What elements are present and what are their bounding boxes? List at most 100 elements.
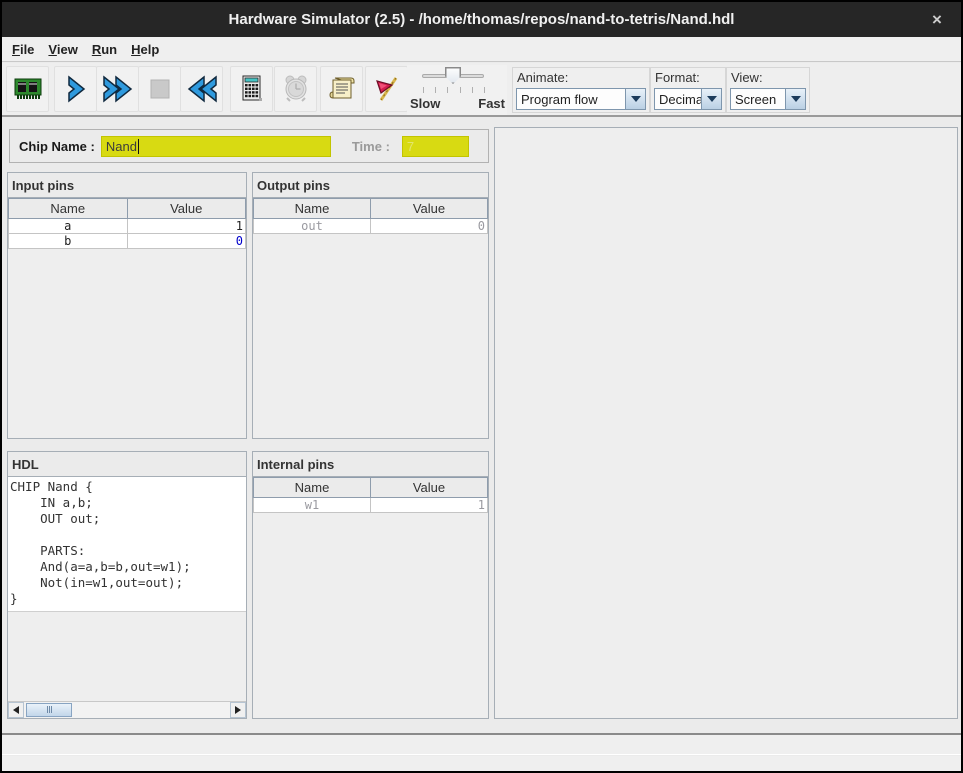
internal-pins-header-value: Value [371, 478, 488, 498]
hdl-code-line: CHIP Nand { [10, 479, 246, 495]
table-row: b 0 [9, 234, 246, 249]
view-group: View: Screen [726, 67, 810, 113]
input-pins-title: Input pins [8, 173, 246, 198]
animate-dropdown-arrow-icon[interactable] [625, 88, 646, 110]
menu-view[interactable]: View [46, 39, 85, 60]
pin-name: out [254, 219, 371, 234]
pin-name: b [9, 234, 128, 249]
hdl-code-line: } [10, 591, 246, 607]
output-pins-title: Output pins [253, 173, 488, 198]
menu-bar: File View Run Help [2, 37, 961, 62]
single-step-button[interactable] [54, 66, 97, 112]
scroll-right-arrow-icon[interactable] [230, 702, 246, 718]
menu-file[interactable]: File [10, 39, 42, 60]
input-pins-table: Name Value a 1 b 0 [8, 198, 246, 249]
pin-value[interactable]: 1 [127, 219, 246, 234]
single-chevron-right-icon [63, 74, 89, 104]
table-row: a 1 [9, 219, 246, 234]
output-pins-panel: Output pins Name Value out 0 [252, 172, 489, 439]
output-pins-header-name: Name [254, 199, 371, 219]
internal-pins-title: Internal pins [253, 452, 488, 477]
hdl-code-line: PARTS: [10, 543, 246, 559]
stop-button[interactable] [138, 66, 181, 112]
chip-name-label: Chip Name : [19, 139, 95, 154]
chip-display-panel [494, 127, 958, 719]
speed-slider-thumb[interactable] [445, 67, 461, 84]
double-chevron-left-icon [184, 74, 220, 104]
speed-slider-ticks [423, 87, 485, 93]
table-row: out 0 [254, 219, 488, 234]
toolbar: Slow Fast Animate: Program flow Format: … [2, 63, 961, 117]
scrollbar-thumb[interactable] [26, 703, 72, 717]
hardware-simulator-window: Hardware Simulator (2.5) - /home/thomas/… [0, 0, 963, 773]
menu-help[interactable]: Help [129, 39, 167, 60]
speed-slider-group: Slow Fast [407, 65, 507, 115]
hdl-code-line: Not(in=w1,out=out); [10, 575, 246, 591]
view-label: View: [731, 70, 806, 85]
view-value[interactable]: Screen [730, 88, 785, 110]
text-caret [138, 139, 139, 154]
close-icon[interactable]: × [925, 8, 949, 32]
window-title: Hardware Simulator (2.5) - /home/thomas/… [229, 11, 735, 28]
format-combobox[interactable]: Decimal [654, 88, 722, 110]
input-pins-header-name: Name [9, 199, 128, 219]
run-button[interactable] [96, 66, 139, 112]
animate-group: Animate: Program flow [512, 67, 650, 113]
animate-value[interactable]: Program flow [516, 88, 625, 110]
view-dropdown-arrow-icon[interactable] [785, 88, 806, 110]
scroll-left-arrow-icon[interactable] [8, 702, 24, 718]
calculator-icon [238, 74, 266, 104]
input-pins-header-value: Value [127, 199, 246, 219]
output-pins-table: Name Value out 0 [253, 198, 488, 234]
pin-value[interactable]: 0 [127, 234, 246, 249]
internal-pins-panel: Internal pins Name Value w1 1 [252, 451, 489, 719]
stop-square-icon [147, 76, 173, 102]
hdl-code-view: CHIP Nand { IN a,b; OUT out; PARTS: And(… [8, 477, 246, 612]
chip-name-bar: Chip Name : Nand Time : 7 [9, 129, 489, 163]
hdl-panel: HDL CHIP Nand { IN a,b; OUT out; PARTS: … [7, 451, 247, 719]
eval-button[interactable] [230, 66, 273, 112]
chip-name-input[interactable]: Nand [101, 136, 331, 157]
format-value[interactable]: Decimal [654, 88, 701, 110]
double-chevron-right-icon [100, 74, 136, 104]
hdl-code-line: And(a=a,b=b,out=w1); [10, 559, 246, 575]
hdl-code-line: OUT out; [10, 511, 246, 527]
animate-label: Animate: [517, 70, 646, 85]
view-combobox[interactable]: Screen [730, 88, 806, 110]
hdl-horizontal-scrollbar [8, 701, 246, 718]
status-bar [2, 735, 961, 755]
format-label: Format: [655, 70, 722, 85]
hdl-code-line [10, 527, 246, 543]
pin-value: 1 [371, 498, 488, 513]
breakpoints-button[interactable] [365, 66, 408, 112]
load-chip-button[interactable] [6, 66, 49, 112]
animate-combobox[interactable]: Program flow [516, 88, 646, 110]
input-pins-panel: Input pins Name Value a 1 b 0 [7, 172, 247, 439]
hdl-title: HDL [8, 452, 246, 477]
table-row: w1 1 [254, 498, 488, 513]
hdl-code-line: IN a,b; [10, 495, 246, 511]
time-label: Time : [352, 139, 390, 154]
time-field: 7 [402, 136, 469, 157]
pin-value: 0 [371, 219, 488, 234]
pin-name: w1 [254, 498, 371, 513]
pin-name: a [9, 219, 128, 234]
menu-run[interactable]: Run [90, 39, 125, 60]
flag-icon [372, 75, 402, 103]
message-bar [2, 756, 961, 773]
clock-button[interactable] [274, 66, 317, 112]
main-content: Chip Name : Nand Time : 7 Input pins Nam… [2, 118, 961, 733]
format-dropdown-arrow-icon[interactable] [701, 88, 722, 110]
scrollbar-track[interactable] [24, 702, 230, 719]
output-pins-header-value: Value [371, 199, 488, 219]
slider-fast-label: Fast [478, 96, 505, 111]
view-script-button[interactable] [320, 66, 363, 112]
internal-pins-header-name: Name [254, 478, 371, 498]
internal-pins-table: Name Value w1 1 [253, 477, 488, 513]
slider-slow-label: Slow [410, 96, 440, 111]
format-group: Format: Decimal [650, 67, 726, 113]
reset-button[interactable] [180, 66, 223, 112]
alarm-clock-icon [281, 74, 311, 104]
memory-chip-icon [12, 75, 44, 103]
title-bar: Hardware Simulator (2.5) - /home/thomas/… [2, 2, 961, 37]
